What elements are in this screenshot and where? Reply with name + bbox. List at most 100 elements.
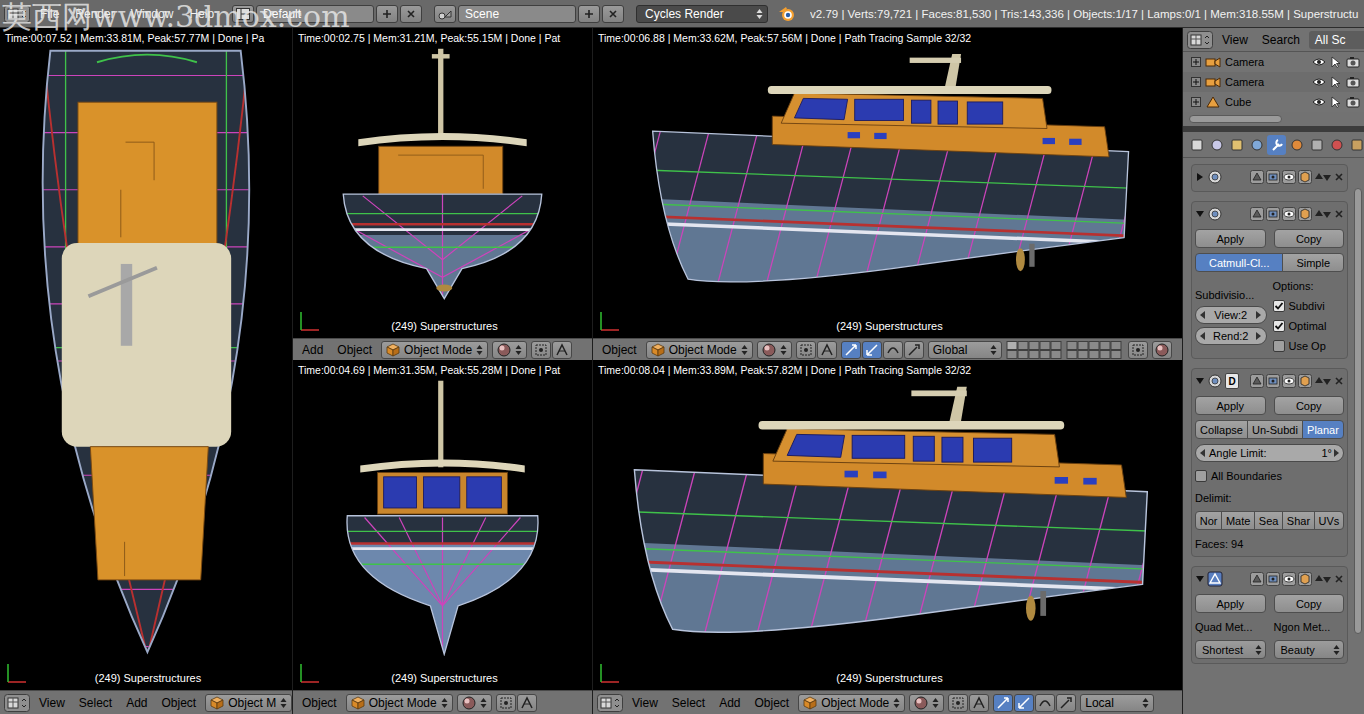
checkbox-row[interactable]: Use Op: [1273, 337, 1345, 354]
editor-type-icon[interactable]: [597, 694, 623, 712]
decrease-arrow-icon[interactable]: [1200, 311, 1205, 319]
header-menu[interactable]: Object: [597, 343, 642, 357]
scene-name-field[interactable]: Scene: [458, 5, 576, 23]
segment-button[interactable]: UVs: [1314, 511, 1344, 530]
action-button[interactable]: Apply: [1195, 396, 1266, 415]
outliner-row[interactable]: Camera: [1183, 52, 1364, 72]
shading-dropdown[interactable]: [492, 341, 527, 359]
mode-dropdown[interactable]: Object Mode: [646, 341, 753, 359]
viewport-canvas[interactable]: [593, 45, 1182, 306]
editor-type-icon[interactable]: [1187, 31, 1213, 49]
header-menu[interactable]: Add: [121, 696, 152, 710]
scene-delete-button[interactable]: [602, 5, 624, 23]
render-engine-dropdown[interactable]: Cycles Render: [636, 5, 768, 23]
header-menu[interactable]: View: [1217, 33, 1253, 47]
renderable-camera-icon[interactable]: [1346, 56, 1360, 68]
segment-button[interactable]: Shar: [1282, 511, 1315, 530]
shading-dropdown[interactable]: [457, 694, 492, 712]
move-modifier-icon[interactable]: [1314, 207, 1332, 221]
action-button[interactable]: Copy: [1274, 594, 1345, 613]
manipulator-button[interactable]: [1035, 694, 1055, 712]
checkbox-row[interactable]: All Boundaries: [1195, 467, 1344, 484]
header-menu[interactable]: Add: [297, 343, 328, 357]
method-dropdown[interactable]: Beauty: [1274, 640, 1345, 659]
properties-tab[interactable]: [1347, 135, 1364, 155]
header-menu[interactable]: Object: [750, 696, 795, 710]
expand-icon[interactable]: [1191, 97, 1201, 107]
shading-dropdown[interactable]: [757, 341, 792, 359]
checkbox[interactable]: [1195, 470, 1207, 482]
selectable-cursor-icon[interactable]: [1330, 56, 1342, 68]
increase-arrow-icon[interactable]: [1334, 449, 1339, 457]
modifier-toggle-icon[interactable]: [1282, 169, 1296, 185]
viewport-canvas[interactable]: [293, 377, 592, 658]
modifier-toggle-icon[interactable]: [1298, 571, 1312, 587]
increase-arrow-icon[interactable]: [1256, 332, 1261, 340]
segment-button[interactable]: Un-Subdi: [1247, 420, 1303, 439]
segment-button[interactable]: Catmull-Cl...: [1195, 253, 1283, 272]
manipulator-button[interactable]: [993, 694, 1013, 712]
viewport[interactable]: Time:00:08.04 | Mem:33.89M, Peak:57.82M …: [593, 360, 1182, 690]
header-menu[interactable]: Select: [74, 696, 117, 710]
expanded-triangle-icon[interactable]: [1195, 209, 1205, 219]
mode-dropdown[interactable]: Object Mode: [381, 341, 488, 359]
action-button[interactable]: Apply: [1195, 229, 1266, 248]
properties-tab[interactable]: [1307, 135, 1326, 155]
close-icon[interactable]: [406, 9, 416, 19]
checkbox-row[interactable]: Optimal: [1273, 317, 1345, 334]
modifier-toggle-icon[interactable]: [1250, 571, 1264, 587]
renderable-camera-icon[interactable]: [1346, 76, 1360, 88]
properties-tab[interactable]: [1207, 135, 1226, 155]
orientation-dropdown[interactable]: Global: [928, 341, 1002, 359]
segment-button[interactable]: Nor: [1195, 511, 1222, 530]
selectable-cursor-icon[interactable]: [1330, 76, 1342, 88]
snap-button[interactable]: [969, 694, 989, 712]
close-icon[interactable]: [608, 9, 618, 19]
expand-icon[interactable]: [1191, 57, 1201, 67]
layout-browse-button[interactable]: [232, 5, 254, 23]
checkbox[interactable]: [1273, 320, 1285, 332]
visibility-eye-icon[interactable]: [1312, 96, 1326, 108]
segment-button[interactable]: Collapse: [1195, 420, 1248, 439]
modifier-toggle-icon[interactable]: [1266, 206, 1280, 222]
outliner-row[interactable]: Camera: [1183, 72, 1364, 92]
layout-add-button[interactable]: [376, 5, 398, 23]
mode-dropdown[interactable]: Object M: [205, 694, 292, 712]
expand-icon[interactable]: [1191, 77, 1201, 87]
modifier-toggle-icon[interactable]: [1250, 169, 1264, 185]
editor-type-icon[interactable]: [4, 694, 30, 712]
manipulator-button[interactable]: [1056, 694, 1076, 712]
snap-button[interactable]: [552, 341, 572, 359]
properties-tab[interactable]: [1187, 135, 1206, 155]
segment-button[interactable]: Simple: [1282, 253, 1344, 272]
modifier-toggle-icon[interactable]: [1266, 373, 1280, 389]
method-dropdown[interactable]: Shortest: [1195, 640, 1266, 659]
checkbox-row[interactable]: Subdivi: [1273, 297, 1345, 314]
top-menu[interactable]: File: [34, 7, 65, 21]
viewport[interactable]: Time:00:07.52 | Mem:33.81M, Peak:57.77M …: [0, 28, 292, 690]
expanded-triangle-icon[interactable]: [1195, 376, 1205, 386]
header-menu[interactable]: Object: [332, 343, 377, 357]
viewport-canvas[interactable]: [293, 45, 592, 306]
action-button[interactable]: Apply: [1195, 594, 1266, 613]
modifier-toggle-icon[interactable]: [1282, 206, 1296, 222]
mode-dropdown[interactable]: Object Mode: [346, 694, 453, 712]
modifier-toggle-icon[interactable]: [1266, 571, 1280, 587]
modifier-toggle-icon[interactable]: [1298, 373, 1312, 389]
action-button[interactable]: Copy: [1274, 396, 1345, 415]
snap-button[interactable]: [517, 694, 537, 712]
number-field[interactable]: Rend:2: [1195, 327, 1267, 345]
scene-browse-button[interactable]: [434, 5, 456, 23]
selectable-cursor-icon[interactable]: [1330, 96, 1342, 108]
move-modifier-icon[interactable]: [1314, 170, 1332, 184]
viewport-canvas[interactable]: [593, 377, 1182, 658]
pivot-button[interactable]: [948, 694, 968, 712]
manipulator-button[interactable]: [841, 341, 861, 359]
expanded-triangle-icon[interactable]: [1195, 574, 1205, 584]
move-modifier-icon[interactable]: [1314, 572, 1332, 586]
viewport-canvas[interactable]: [0, 45, 292, 658]
decrease-arrow-icon[interactable]: [1200, 449, 1205, 457]
header-menu[interactable]: Search: [1257, 33, 1305, 47]
viewport[interactable]: Time:00:06.88 | Mem:33.62M, Peak:57.56M …: [593, 28, 1182, 338]
outliner-scrollbar[interactable]: [1183, 112, 1364, 126]
